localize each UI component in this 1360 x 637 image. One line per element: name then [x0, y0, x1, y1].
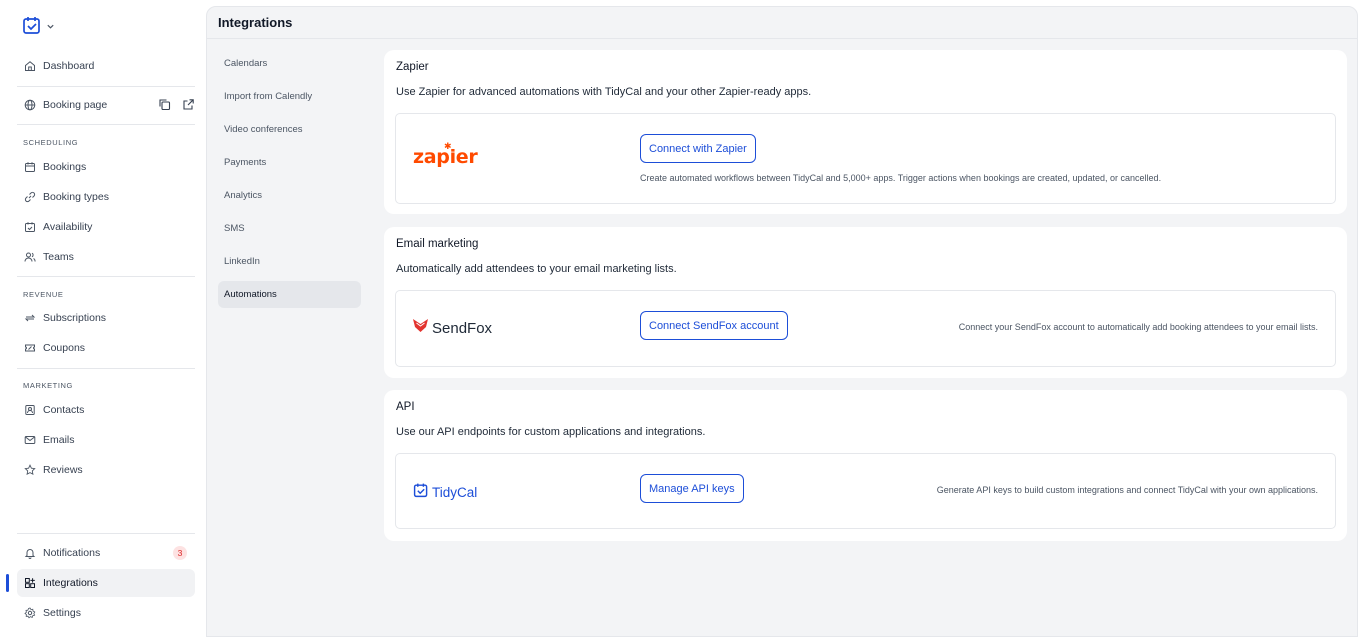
sidebar-item-coupons[interactable]: Coupons — [17, 334, 195, 362]
tab-linkedin[interactable]: LinkedIn — [218, 248, 361, 275]
sidebar-item-dashboard[interactable]: Dashboard — [17, 52, 195, 80]
sidebar-item-label: Booking page — [43, 99, 108, 111]
manage-api-keys-button[interactable]: Manage API keys — [640, 474, 744, 503]
tab-analytics[interactable]: Analytics — [218, 182, 361, 209]
sidebar-item-label: Booking types — [43, 191, 109, 203]
card-title: API — [396, 401, 415, 413]
contact-icon — [24, 404, 36, 416]
card-title: Email marketing — [396, 238, 479, 250]
sidebar-item-emails[interactable]: Emails — [17, 426, 195, 454]
tidycal-logo-icon — [22, 15, 42, 40]
sidebar-item-label: Reviews — [43, 464, 83, 476]
tab-payments[interactable]: Payments — [218, 149, 361, 176]
api-card: API Use our API endpoints for custom app… — [384, 390, 1347, 541]
tab-automations[interactable]: Automations — [218, 281, 361, 308]
section-label-revenue: REVENUE — [23, 290, 64, 299]
section-label-marketing: MARKETING — [23, 381, 73, 390]
refresh-icon — [24, 312, 36, 324]
sidebar-item-notifications[interactable]: Notifications 3 — [17, 539, 195, 567]
booking-page-actions — [158, 98, 195, 111]
divider — [17, 86, 195, 87]
external-link-icon[interactable] — [182, 98, 195, 111]
zapier-logo: zapier ✱ — [413, 141, 478, 168]
sendfox-logo: SendFox — [413, 319, 492, 337]
sidebar-item-label: Teams — [43, 251, 74, 263]
sidebar: Dashboard Booking page SCHEDULING Bookin… — [0, 0, 206, 637]
divider — [17, 533, 195, 534]
sidebar-item-label: Emails — [43, 434, 75, 446]
connect-zapier-button[interactable]: Connect with Zapier — [640, 134, 756, 163]
home-icon — [24, 60, 36, 72]
tab-import-from-calendly[interactable]: Import from Calendly — [218, 83, 361, 110]
ticket-icon — [24, 342, 36, 354]
main-panel: Integrations Calendars Import from Calen… — [206, 6, 1358, 637]
calendar-check-icon — [24, 221, 36, 233]
tab-calendars[interactable]: Calendars — [218, 50, 361, 77]
tab-sms[interactable]: SMS — [218, 215, 361, 242]
sidebar-item-contacts[interactable]: Contacts — [17, 396, 195, 424]
workspace-switcher[interactable] — [22, 16, 55, 38]
api-info-text: Generate API keys to build custom integr… — [936, 485, 1318, 495]
sidebar-item-integrations[interactable]: Integrations — [17, 569, 195, 597]
sidebar-item-reviews[interactable]: Reviews — [17, 456, 195, 484]
card-description: Automatically add attendees to your emai… — [396, 263, 677, 275]
gear-icon — [24, 607, 36, 619]
sidebar-item-teams[interactable]: Teams — [17, 243, 195, 271]
sidebar-item-availability[interactable]: Availability — [17, 213, 195, 241]
sidebar-item-booking-types[interactable]: Booking types — [17, 183, 195, 211]
sidebar-item-bookings[interactable]: Bookings — [17, 153, 195, 181]
star-icon — [24, 464, 36, 476]
sidebar-item-label: Availability — [43, 221, 93, 233]
chevron-down-icon — [46, 18, 55, 36]
active-indicator — [6, 574, 9, 592]
sidebar-item-settings[interactable]: Settings — [17, 599, 195, 627]
api-integration-box: TidyCal Manage API keys Generate API key… — [395, 453, 1336, 529]
sidebar-item-label: Coupons — [43, 342, 86, 354]
sidebar-item-label: Settings — [43, 607, 81, 619]
main-header: Integrations — [207, 7, 1357, 39]
bell-icon — [24, 547, 36, 559]
sidebar-item-label: Notifications — [43, 547, 101, 559]
copy-icon[interactable] — [158, 98, 171, 111]
connect-sendfox-button[interactable]: Connect SendFox account — [640, 311, 788, 340]
globe-icon — [24, 99, 36, 111]
zapier-card: Zapier Use Zapier for advanced automatio… — [384, 50, 1347, 214]
sidebar-item-label: Contacts — [43, 404, 85, 416]
notification-count-badge: 3 — [173, 546, 187, 560]
page-title: Integrations — [218, 15, 293, 30]
sidebar-item-label: Dashboard — [43, 60, 95, 72]
sendfox-fox-icon — [413, 319, 428, 337]
divider — [17, 276, 195, 277]
divider — [17, 368, 195, 369]
card-description: Use our API endpoints for custom applica… — [396, 426, 706, 438]
asterisk-icon: ✱ — [444, 141, 452, 151]
card-title: Zapier — [396, 61, 429, 73]
section-label-scheduling: SCHEDULING — [23, 138, 79, 147]
email-marketing-card: Email marketing Automatically add attend… — [384, 227, 1347, 378]
sidebar-item-label: Integrations — [43, 577, 98, 589]
users-icon — [24, 251, 36, 263]
sendfox-info-text: Connect your SendFox account to automati… — [958, 322, 1318, 332]
sidebar-item-label: Bookings — [43, 161, 87, 173]
integrations-icon — [24, 577, 36, 589]
zapier-info-text: Create automated workflows between TidyC… — [640, 173, 1162, 183]
sidebar-item-label: Subscriptions — [43, 312, 107, 324]
tidycal-brand-logo: TidyCal — [413, 482, 477, 503]
zapier-integration-box: zapier ✱ Connect with Zapier Create auto… — [395, 113, 1336, 204]
tidycal-calendar-icon — [413, 482, 429, 503]
link-icon — [24, 191, 36, 203]
sidebar-item-subscriptions[interactable]: Subscriptions — [17, 304, 195, 332]
tab-video-conferences[interactable]: Video conferences — [218, 116, 361, 143]
sendfox-integration-box: SendFox Connect SendFox account Connect … — [395, 290, 1336, 367]
divider — [17, 124, 195, 125]
mail-icon — [24, 434, 36, 446]
calendar-icon — [24, 161, 36, 173]
card-description: Use Zapier for advanced automations with… — [396, 86, 812, 98]
